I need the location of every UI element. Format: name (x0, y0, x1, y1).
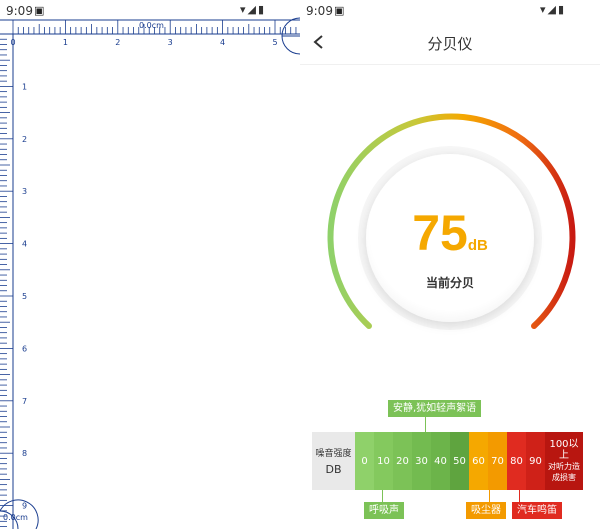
scale-segment: 30 (412, 432, 431, 490)
ruler-left-tick-label: 2 (22, 135, 27, 144)
tag-quiet: 安静,犹如轻声絮语 (388, 400, 482, 417)
scale-segment: 100以上 对听力造成损害 (545, 432, 583, 490)
quiet-tag-connector (425, 417, 426, 432)
ruler-left-tick-label: 1 (22, 82, 27, 91)
scale-segment: 10 (374, 432, 393, 490)
scale-segment: 80 (507, 432, 526, 490)
ruler-left-tick-label: 3 (22, 187, 27, 196)
ruler[interactable]: 0 1 2 3 4 5 1 2 3 4 5 6 7 8 9 (0, 0, 300, 529)
tag-horn: 汽车鸣笛 (512, 502, 562, 519)
ruler-left-tick-label: 7 (22, 397, 27, 406)
breath-tag-connector (382, 490, 383, 502)
ruler-top-tick-label: 3 (168, 38, 173, 47)
ruler-bottom-readout: 0.0cm (3, 513, 28, 522)
scale-label-title: 噪音强度 (315, 449, 352, 459)
horn-tag-connector (519, 490, 520, 502)
gauge-caption: 当前分贝 (425, 276, 474, 290)
ruler-left-tick-label: 4 (22, 240, 27, 249)
ruler-top-tick-label: 1 (63, 38, 68, 47)
ruler-screen: 9:09 ▣ ▾◢▮ 012345123456789 0.0cm 0.0cm (0, 0, 300, 529)
ruler-left-tick-label: 8 (22, 449, 27, 458)
ruler-top-tick-label: 0 (10, 38, 15, 47)
scale-segment: 50 (450, 432, 469, 490)
scale-segment: 90 (526, 432, 545, 490)
decibel-unit: dB (467, 237, 488, 254)
scale-label-unit: DB (325, 463, 342, 476)
vacuum-tag-connector (489, 490, 490, 502)
ruler-left-tick-label: 6 (22, 344, 27, 353)
scale-segment: 70 (488, 432, 507, 490)
decibel-value: 75 (412, 205, 468, 261)
ruler-top-tick-label: 2 (115, 38, 120, 47)
ruler-left-tick-label: 5 (22, 292, 27, 301)
tag-vacuum: 吸尘器 (466, 502, 506, 519)
ruler-top-tick-label: 4 (220, 38, 225, 47)
gauge-reading: 75dB (300, 204, 600, 262)
scale-segment: 0 (355, 432, 374, 490)
ruler-left-tick-label: 9 (22, 502, 27, 511)
ruler-top-readout: 0.0cm (139, 21, 164, 30)
decibel-screen: 9:09 ▣ ▾◢▮ 分贝仪 75dB 当前分贝 噪音强度 DB 0 10 20… (300, 0, 600, 529)
scale-segment: 40 (431, 432, 450, 490)
gauge (327, 113, 576, 330)
scale-label-box: 噪音强度 DB (312, 432, 355, 490)
scale-segment: 20 (393, 432, 412, 490)
scale-segment: 60 (469, 432, 488, 490)
tag-breath: 呼吸声 (364, 502, 404, 519)
ruler-top-tick-label: 5 (272, 38, 277, 47)
